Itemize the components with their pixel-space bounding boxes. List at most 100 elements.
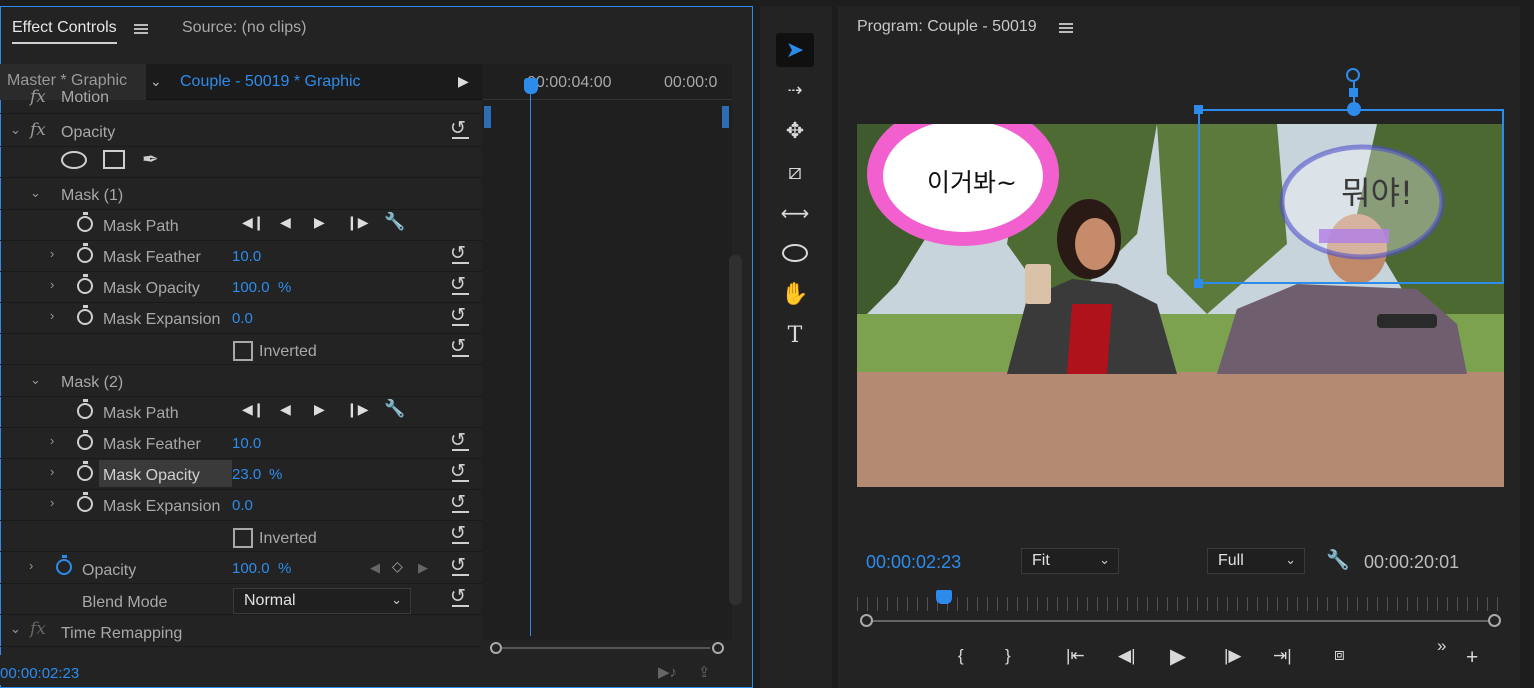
pen-mask-icon[interactable]: ✒ bbox=[142, 147, 159, 172]
type-icon[interactable]: T bbox=[776, 318, 814, 352]
mask1-feather-row[interactable]: › Mask Feather 10.0 bbox=[0, 241, 482, 272]
step-back-icon[interactable]: ◀| bbox=[1118, 646, 1136, 666]
razor-icon[interactable]: ⧄ bbox=[776, 155, 814, 189]
mask2-header[interactable]: ⌄ Mask (2) bbox=[0, 366, 482, 397]
reset-icon[interactable] bbox=[450, 585, 470, 608]
reset-icon[interactable] bbox=[450, 491, 470, 514]
hand-icon[interactable]: ✋ bbox=[776, 277, 814, 311]
timeline-ruler[interactable]: 00:00:04:00 00:00:0 bbox=[482, 64, 732, 100]
stopwatch-icon[interactable] bbox=[77, 305, 93, 325]
chevron-down-icon[interactable]: ⌄ bbox=[10, 122, 21, 138]
blend-mode-dropdown[interactable]: Normal ⌄ bbox=[233, 588, 411, 614]
stopwatch-icon[interactable] bbox=[77, 274, 93, 294]
mark-out-icon[interactable]: } bbox=[1005, 646, 1011, 666]
reset-icon[interactable] bbox=[450, 554, 470, 577]
step-backward-icon[interactable]: ◀ bbox=[280, 401, 291, 418]
resize-handle[interactable] bbox=[1194, 105, 1203, 114]
mask2-opacity-row[interactable]: › Mask Opacity 23.0 % bbox=[0, 459, 482, 490]
blend-mode-row[interactable]: Blend Mode Normal ⌄ bbox=[0, 584, 482, 615]
current-timecode[interactable]: 00:00:02:23 bbox=[0, 665, 79, 682]
inverted-checkbox[interactable] bbox=[233, 528, 253, 548]
go-to-out-icon[interactable]: ⇥| bbox=[1273, 646, 1292, 666]
stopwatch-icon[interactable] bbox=[77, 430, 93, 450]
mask1-header[interactable]: ⌄ Mask (1) bbox=[0, 179, 482, 210]
zoom-handle-right[interactable] bbox=[1488, 614, 1501, 627]
step-backward-icon[interactable]: ◀ bbox=[280, 214, 291, 231]
mask2-expansion-row[interactable]: › Mask Expansion 0.0 bbox=[0, 490, 482, 521]
mark-in-icon[interactable]: { bbox=[958, 646, 964, 666]
track-forward-icon[interactable]: ❙▶ bbox=[346, 214, 369, 231]
mask-feather-value[interactable]: 10.0 bbox=[232, 435, 261, 452]
zoom-fit-dropdown[interactable]: Fit ⌄ bbox=[1021, 548, 1119, 574]
fx-icon[interactable]: fx bbox=[30, 120, 46, 140]
go-to-in-icon[interactable]: |⇤ bbox=[1066, 646, 1085, 666]
mask1-opacity-row[interactable]: › Mask Opacity 100.0 % bbox=[0, 272, 482, 303]
chevron-right-icon[interactable]: › bbox=[50, 246, 54, 261]
monitor-ruler[interactable] bbox=[857, 597, 1502, 611]
track-forward-icon[interactable]: ❙▶ bbox=[346, 401, 369, 418]
resize-handle[interactable] bbox=[1194, 279, 1203, 288]
prev-keyframe-icon[interactable]: ◀ bbox=[370, 560, 380, 576]
effect-timeline-area[interactable] bbox=[482, 80, 732, 640]
mask-feather-value[interactable]: 10.0 bbox=[232, 248, 261, 265]
step-forward-icon[interactable]: ▶ bbox=[314, 401, 325, 418]
opacity-property-row[interactable]: › Opacity 100.0 % ◀ ◇ ▶ bbox=[0, 553, 482, 584]
next-keyframe-icon[interactable]: ▶ bbox=[418, 560, 428, 576]
wrench-icon[interactable]: 🔧 bbox=[384, 399, 405, 419]
rectangle-mask-icon[interactable] bbox=[103, 150, 125, 169]
mask-opacity-value[interactable]: 100.0 bbox=[232, 279, 270, 296]
mask2-path-row[interactable]: Mask Path ◀❙ ◀ ▶ ❙▶ 🔧 bbox=[0, 397, 482, 428]
reset-icon[interactable] bbox=[450, 429, 470, 452]
chevron-right-icon[interactable]: › bbox=[50, 277, 54, 292]
reset-icon[interactable] bbox=[450, 242, 470, 265]
reset-icon[interactable] bbox=[450, 335, 470, 358]
chevron-right-icon[interactable]: › bbox=[50, 464, 54, 479]
zoom-handle-left[interactable] bbox=[860, 614, 873, 627]
mask1-path-row[interactable]: Mask Path ◀❙ ◀ ▶ ❙▶ 🔧 bbox=[0, 210, 482, 241]
anchor-point-handle[interactable] bbox=[1347, 102, 1361, 116]
mask-opacity-value[interactable]: 23.0 bbox=[232, 466, 261, 483]
play-icon[interactable]: ▶ bbox=[1170, 644, 1186, 669]
scroll-handle-right[interactable] bbox=[712, 642, 724, 654]
stopwatch-icon[interactable] bbox=[77, 212, 93, 232]
vertical-scrollbar[interactable] bbox=[729, 255, 742, 605]
chevron-right-icon[interactable]: › bbox=[50, 433, 54, 448]
tab-effect-controls[interactable]: Effect Controls bbox=[12, 19, 117, 44]
button-editor-icon[interactable]: + bbox=[1466, 646, 1478, 670]
track-select-icon[interactable]: ⇢ bbox=[776, 73, 814, 107]
step-forward-icon[interactable]: |▶ bbox=[1224, 646, 1242, 666]
selection-tool-icon[interactable]: ➤ bbox=[776, 33, 814, 67]
resize-handle[interactable] bbox=[1349, 88, 1358, 97]
chevron-down-icon[interactable]: ⌄ bbox=[10, 621, 21, 637]
export-frame-icon[interactable]: ⧈ bbox=[1334, 645, 1345, 665]
time-remapping-row[interactable]: ⌄ fx Time Remapping bbox=[0, 617, 482, 647]
track-backward-icon[interactable]: ◀❙ bbox=[242, 401, 265, 418]
wrench-icon[interactable]: 🔧 bbox=[384, 212, 405, 232]
text-bounding-box[interactable] bbox=[1198, 109, 1504, 284]
ellipse-mask-icon[interactable] bbox=[61, 151, 87, 169]
mask1-inverted-row[interactable]: Inverted bbox=[0, 334, 482, 365]
stopwatch-icon[interactable] bbox=[77, 399, 93, 419]
chevron-right-icon[interactable]: › bbox=[50, 308, 54, 323]
opacity-section-row[interactable]: ⌄ fx Opacity bbox=[0, 116, 482, 147]
program-title[interactable]: Program: Couple - 50019 bbox=[857, 18, 1037, 36]
more-controls-icon[interactable]: » bbox=[1437, 636, 1446, 656]
mask-expansion-value[interactable]: 0.0 bbox=[232, 497, 253, 514]
mask-expansion-value[interactable]: 0.0 bbox=[232, 310, 253, 327]
playhead-handle[interactable] bbox=[524, 78, 538, 94]
fx-icon[interactable]: fx bbox=[30, 619, 46, 639]
reset-icon[interactable] bbox=[450, 522, 470, 545]
reset-icon[interactable] bbox=[450, 304, 470, 327]
current-timecode[interactable]: 00:00:02:23 bbox=[866, 552, 961, 573]
add-keyframe-icon[interactable]: ◇ bbox=[392, 558, 403, 575]
chevron-down-icon[interactable]: ⌄ bbox=[30, 372, 41, 388]
wrench-icon[interactable]: 🔧 bbox=[1326, 548, 1350, 572]
step-forward-icon[interactable]: ▶ bbox=[314, 214, 325, 231]
ripple-edit-icon[interactable]: ✥ bbox=[776, 114, 814, 148]
tab-source[interactable]: Source: (no clips) bbox=[182, 19, 307, 37]
inverted-checkbox[interactable] bbox=[233, 341, 253, 361]
chevron-right-icon[interactable]: › bbox=[29, 558, 33, 573]
slip-icon[interactable]: ⟷ bbox=[776, 196, 814, 230]
panel-menu-icon[interactable] bbox=[134, 24, 148, 34]
opacity-value[interactable]: 100.0 bbox=[232, 560, 270, 577]
